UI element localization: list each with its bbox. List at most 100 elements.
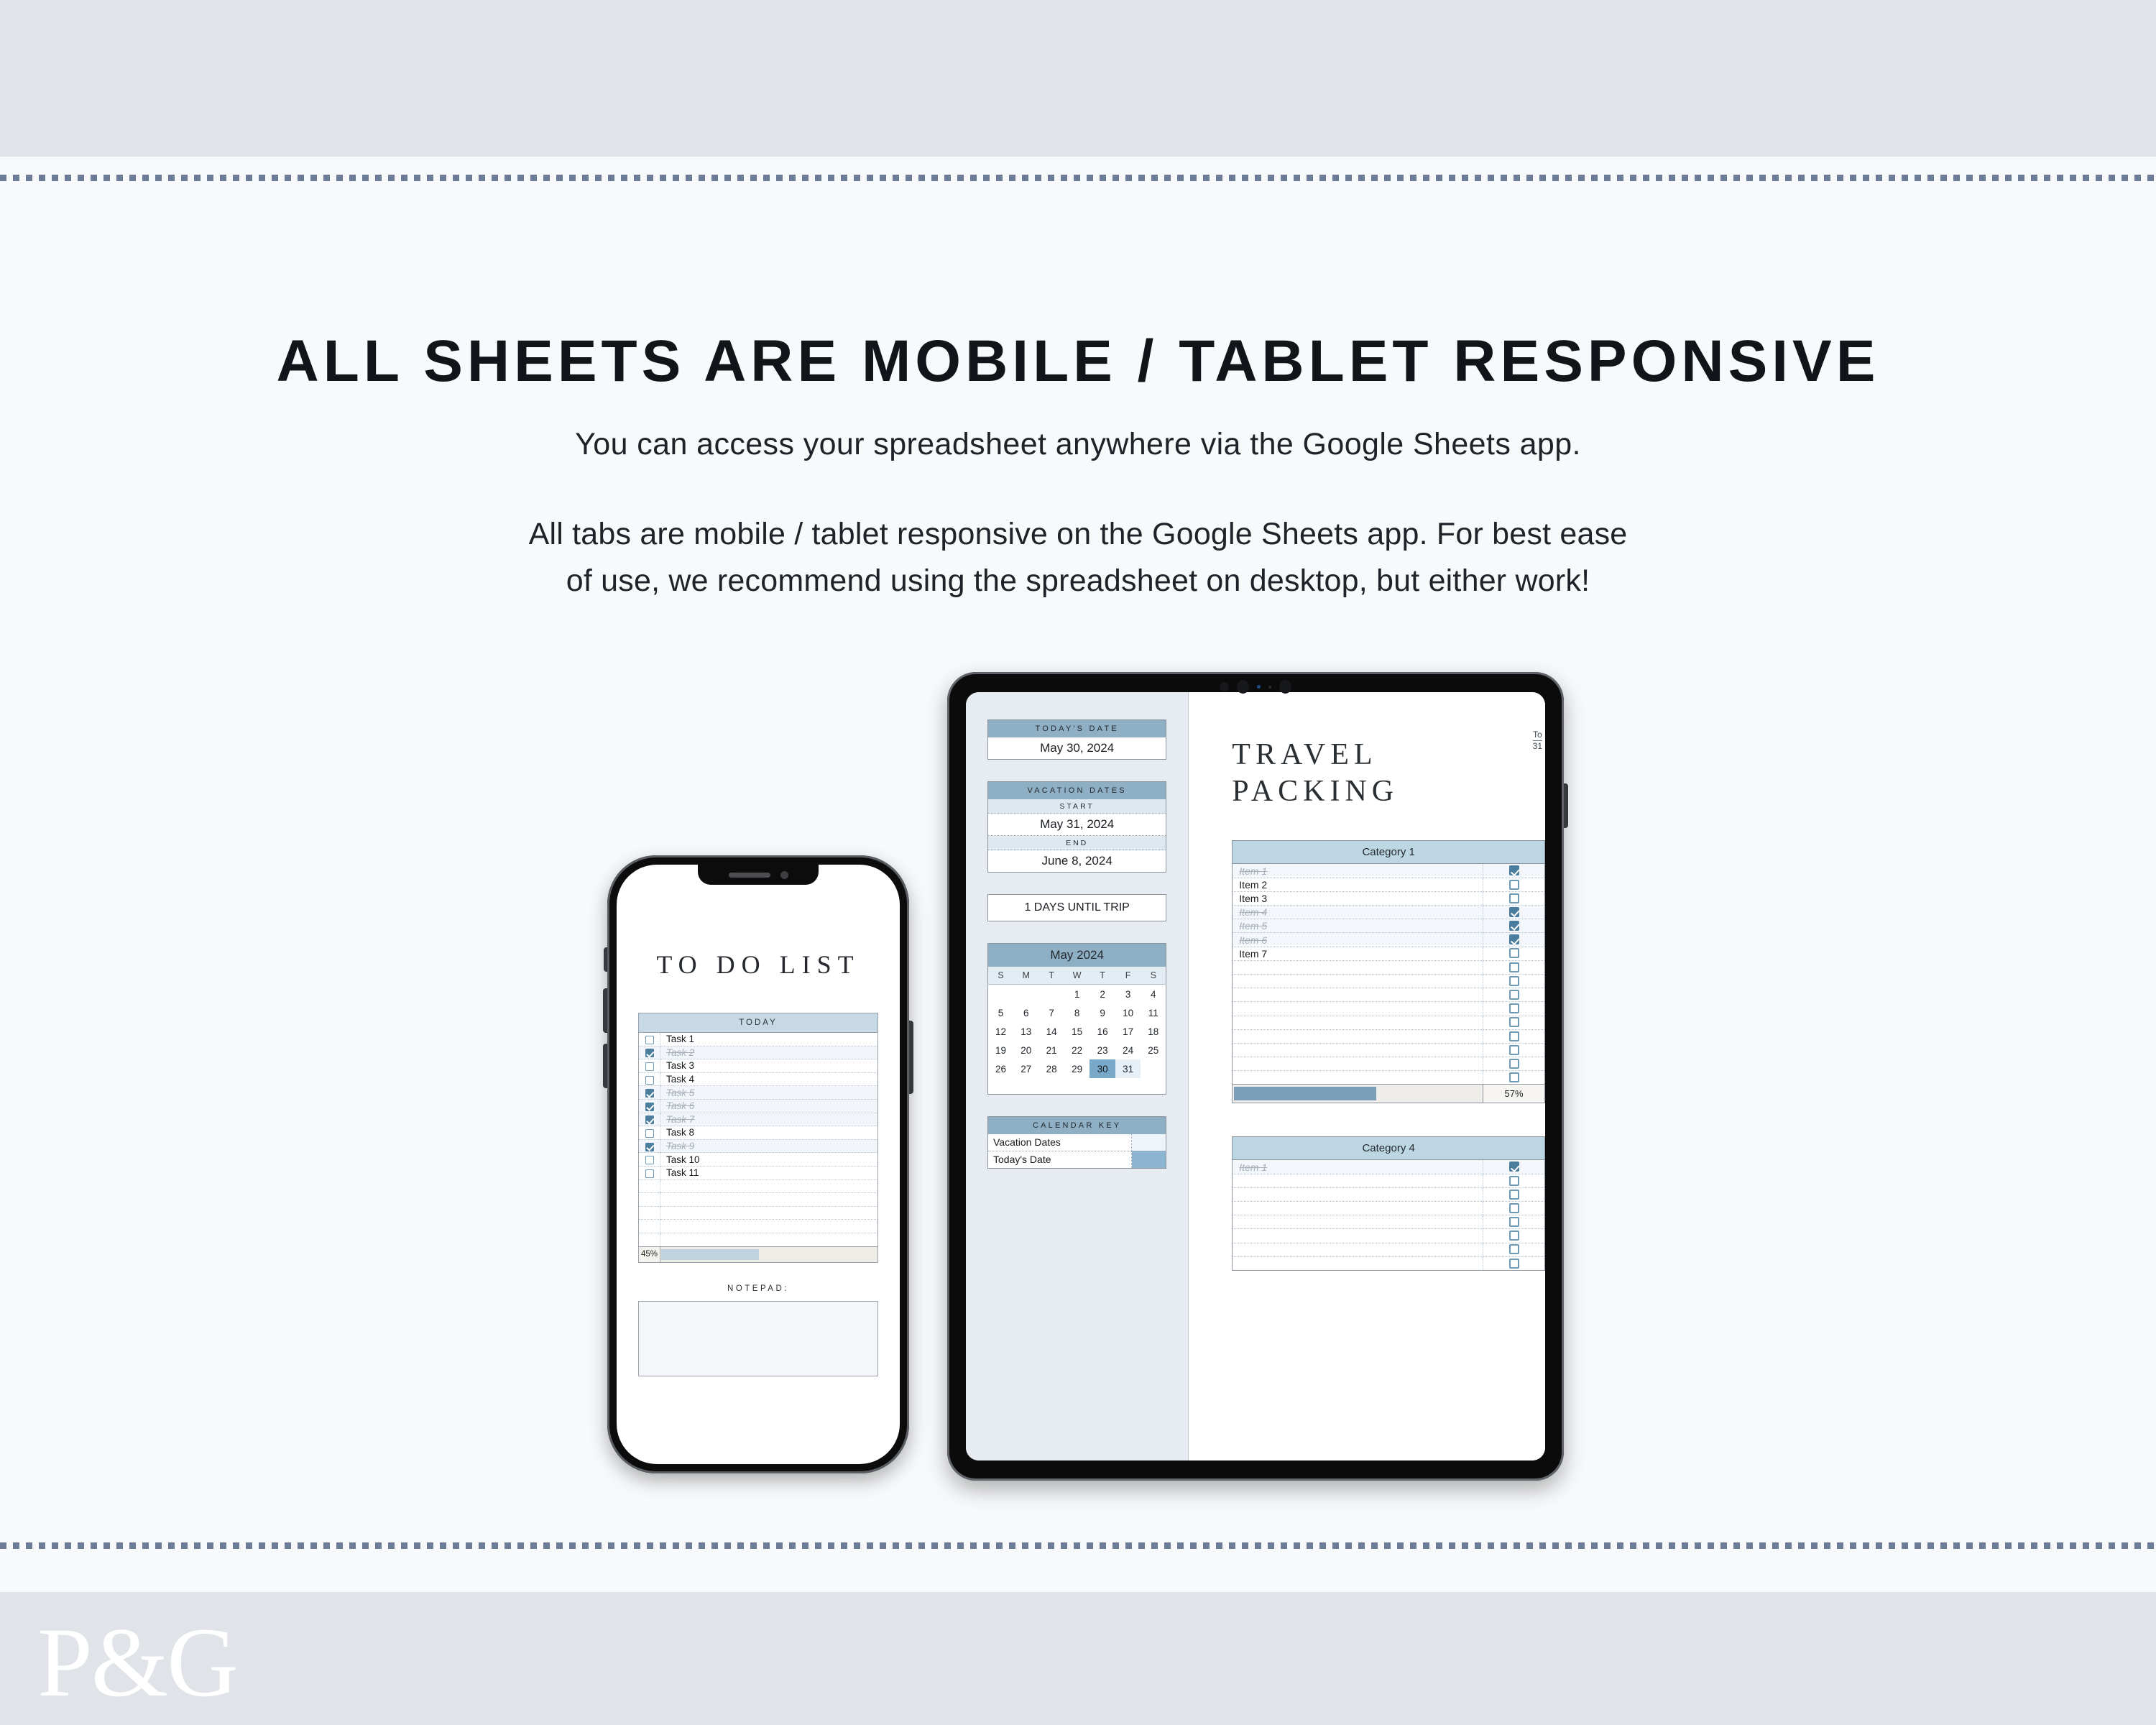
calendar-day-cell[interactable]: 18 [1141, 1022, 1166, 1041]
packing-checkbox-cell[interactable] [1483, 1057, 1545, 1072]
packing-row[interactable]: Item 4 [1232, 905, 1545, 920]
calendar-day-cell[interactable]: 5 [988, 1003, 1013, 1022]
checkbox-unchecked-icon[interactable] [645, 1062, 654, 1072]
packing-checkbox-cell[interactable] [1483, 960, 1545, 975]
phone-mute-switch[interactable] [604, 947, 609, 972]
packing-item-label[interactable] [1232, 1029, 1483, 1044]
packing-checkbox-cell[interactable] [1483, 863, 1545, 878]
checkbox-unchecked-icon[interactable] [1508, 1175, 1519, 1186]
packing-row[interactable]: Item 7 [1232, 947, 1545, 961]
vacation-end-value[interactable]: June 8, 2024 [987, 850, 1166, 873]
checkbox-checked-icon[interactable] [645, 1089, 654, 1098]
checkbox-unchecked-icon[interactable] [1508, 1258, 1519, 1269]
packing-checkbox-cell[interactable] [1483, 1187, 1545, 1202]
calendar-day-cell[interactable]: 29 [1064, 1059, 1089, 1078]
todo-task-label[interactable] [660, 1219, 878, 1233]
calendar-day-cell[interactable]: 26 [988, 1059, 1013, 1078]
packing-item-label[interactable] [1232, 988, 1483, 1003]
packing-item-label[interactable]: Item 1 [1232, 863, 1483, 878]
todo-checkbox-cell[interactable] [638, 1046, 660, 1060]
packing-item-label[interactable] [1232, 1070, 1483, 1085]
checkbox-checked-icon[interactable] [645, 1102, 654, 1111]
calendar-day-cell[interactable]: 10 [1115, 1003, 1141, 1022]
checkbox-unchecked-icon[interactable] [1508, 893, 1519, 903]
todo-row[interactable]: Task 3 [638, 1059, 878, 1073]
calendar-day-cell[interactable]: 28 [1038, 1059, 1064, 1078]
todo-task-label[interactable]: Task 10 [660, 1152, 878, 1167]
calendar-day-cell[interactable]: 12 [988, 1022, 1013, 1041]
phone-power-button[interactable] [908, 1021, 913, 1094]
packing-row[interactable]: Item 3 [1232, 891, 1545, 906]
packing-row[interactable]: Item 6 [1232, 932, 1545, 947]
packing-item-label[interactable] [1232, 974, 1483, 989]
checkbox-unchecked-icon[interactable] [1508, 975, 1519, 986]
packing-row[interactable]: Item 2 [1232, 878, 1545, 892]
todo-row[interactable]: Task 10 [638, 1152, 878, 1167]
todo-checkbox-cell[interactable] [638, 1139, 660, 1154]
todo-row[interactable] [638, 1206, 878, 1220]
checkbox-unchecked-icon[interactable] [1508, 990, 1519, 1000]
todo-task-label[interactable]: Task 5 [660, 1085, 878, 1100]
todo-checkbox-cell[interactable] [638, 1059, 660, 1073]
packing-item-label[interactable] [1232, 1243, 1483, 1257]
packing-item-label[interactable]: Item 1 [1232, 1159, 1483, 1174]
packing-checkbox-cell[interactable] [1483, 1228, 1545, 1243]
calendar-day-cell[interactable]: 20 [1013, 1041, 1038, 1059]
packing-checkbox-cell[interactable] [1483, 919, 1545, 934]
checkbox-unchecked-icon[interactable] [1508, 1072, 1519, 1083]
packing-checkbox-cell[interactable] [1483, 974, 1545, 989]
packing-row[interactable]: Item 5 [1232, 919, 1545, 934]
packing-item-label[interactable]: Item 3 [1232, 891, 1483, 906]
calendar-day-cell[interactable]: 8 [1064, 1003, 1089, 1022]
calendar-day-cell[interactable]: 17 [1115, 1022, 1141, 1041]
checkbox-unchecked-icon[interactable] [1508, 1244, 1519, 1255]
phone-volume-up-button[interactable] [603, 988, 609, 1033]
todo-checkbox-cell[interactable] [638, 1072, 660, 1087]
checkbox-checked-icon[interactable] [645, 1049, 654, 1058]
packing-row[interactable]: Item 1 [1232, 863, 1545, 878]
todo-checkbox-cell[interactable] [638, 1192, 660, 1207]
todo-row[interactable]: Task 6 [638, 1099, 878, 1113]
packing-item-label[interactable] [1232, 1057, 1483, 1072]
phone-volume-down-button[interactable] [603, 1044, 609, 1088]
todo-row[interactable] [638, 1219, 878, 1233]
checkbox-unchecked-icon[interactable] [1508, 948, 1519, 959]
packing-item-label[interactable] [1232, 1215, 1483, 1230]
todo-row[interactable]: Task 7 [638, 1113, 878, 1127]
packing-item-label[interactable] [1232, 1228, 1483, 1243]
packing-item-label[interactable]: Item 2 [1232, 878, 1483, 892]
checkbox-unchecked-icon[interactable] [1508, 1044, 1519, 1055]
todo-task-label[interactable]: Task 4 [660, 1072, 878, 1087]
packing-row[interactable] [1232, 1243, 1545, 1257]
checkbox-checked-icon[interactable] [1508, 865, 1519, 876]
todo-task-label[interactable]: Task 7 [660, 1113, 878, 1127]
todo-checkbox-cell[interactable] [638, 1099, 660, 1113]
packing-checkbox-cell[interactable] [1483, 1001, 1545, 1016]
calendar-day-cell[interactable]: 30 [1089, 1059, 1115, 1078]
packing-row[interactable] [1232, 1001, 1545, 1016]
packing-row[interactable] [1232, 1187, 1545, 1202]
todo-checkbox-cell[interactable] [638, 1179, 660, 1194]
checkbox-unchecked-icon[interactable] [1508, 1017, 1519, 1028]
calendar-day-cell[interactable]: 24 [1115, 1041, 1141, 1059]
todays-date-value[interactable]: May 30, 2024 [987, 737, 1166, 760]
packing-item-label[interactable]: Item 5 [1232, 919, 1483, 934]
calendar-day-cell[interactable]: 9 [1089, 1003, 1115, 1022]
todo-row[interactable]: Task 8 [638, 1126, 878, 1140]
checkbox-unchecked-icon[interactable] [1508, 1003, 1519, 1014]
checkbox-checked-icon[interactable] [1508, 906, 1519, 917]
todo-task-label[interactable] [660, 1179, 878, 1194]
vacation-start-value[interactable]: May 31, 2024 [987, 813, 1166, 836]
packing-row[interactable] [1232, 974, 1545, 989]
checkbox-unchecked-icon[interactable] [1508, 962, 1519, 972]
todo-checkbox-cell[interactable] [638, 1126, 660, 1140]
todo-row[interactable]: Task 9 [638, 1139, 878, 1154]
packing-checkbox-cell[interactable] [1483, 878, 1545, 892]
packing-item-label[interactable] [1232, 1201, 1483, 1216]
packing-checkbox-cell[interactable] [1483, 1070, 1545, 1085]
packing-checkbox-cell[interactable] [1483, 905, 1545, 920]
packing-checkbox-cell[interactable] [1483, 1256, 1545, 1271]
todo-checkbox-cell[interactable] [638, 1113, 660, 1127]
packing-item-label[interactable] [1232, 1174, 1483, 1188]
todo-row[interactable]: Task 2 [638, 1046, 878, 1060]
